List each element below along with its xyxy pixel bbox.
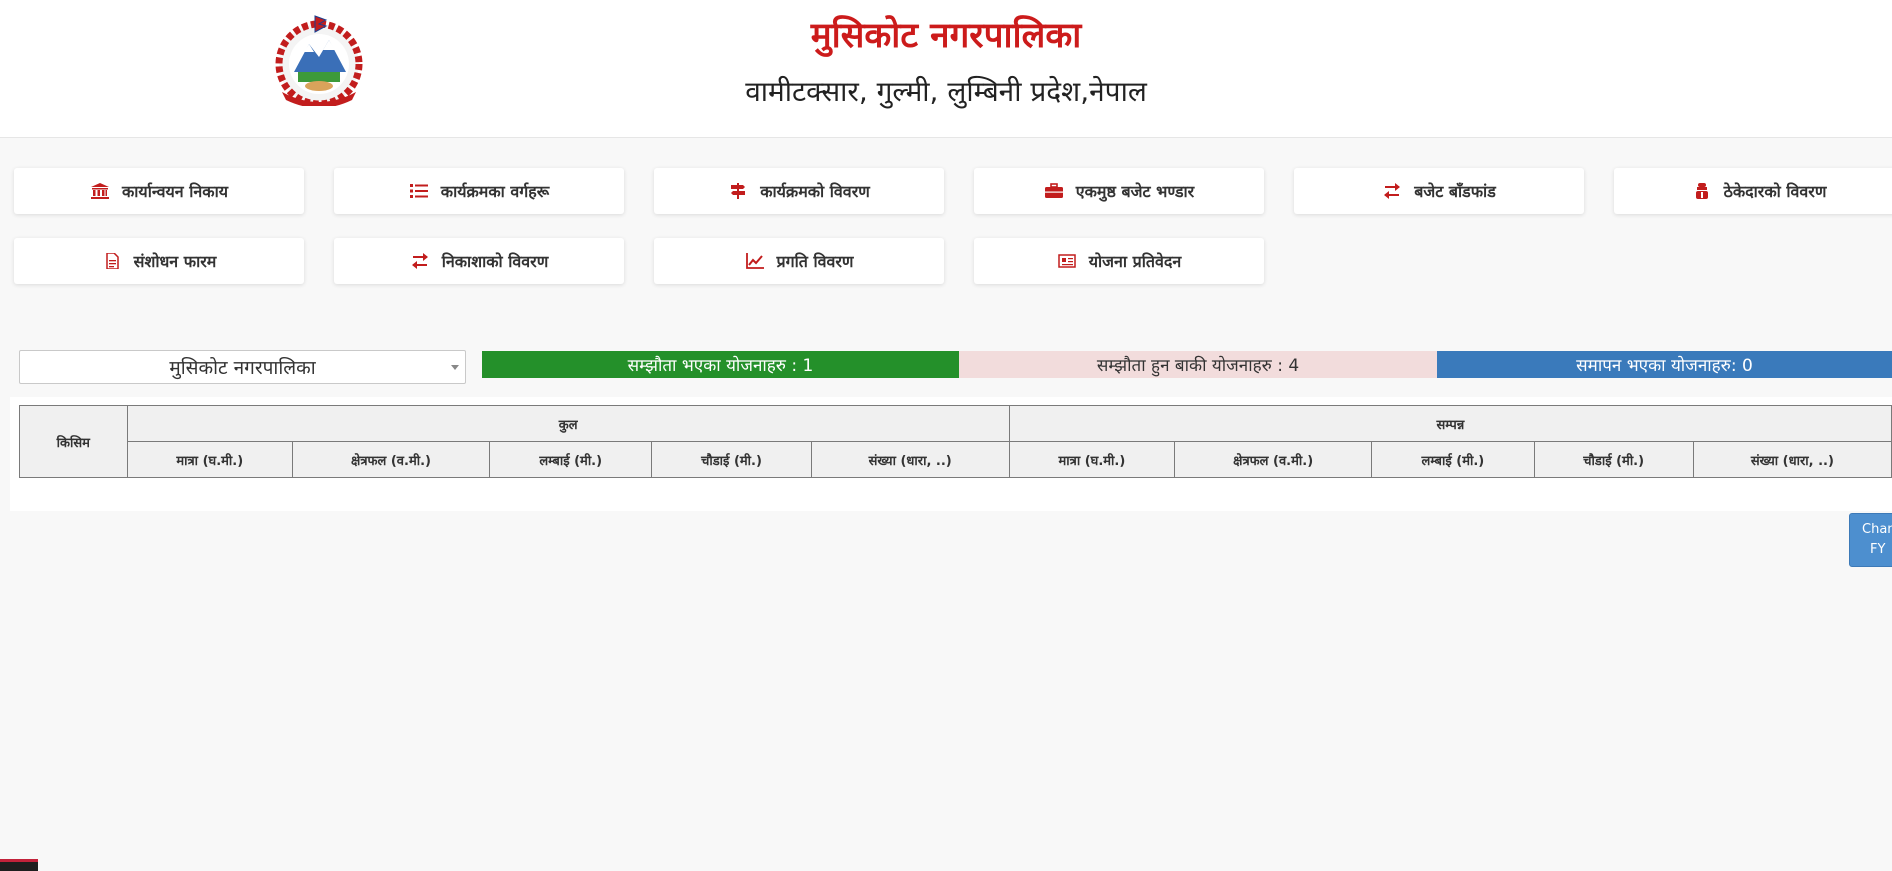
nav-program-categories-button[interactable]: कार्यक्रमका वर्गहरू bbox=[334, 168, 624, 214]
summary-table: किसिम कुल सम्पन्न मात्रा (घ.मी.) क्षेत्र… bbox=[19, 405, 1892, 478]
nav-label: प्रगति विवरण bbox=[776, 252, 854, 271]
column-header: क्षेत्रफल (व.मी.) bbox=[291, 441, 491, 478]
nav-amendment-form-button[interactable]: संशोधन फारम bbox=[14, 238, 304, 284]
exchange-icon bbox=[1382, 182, 1402, 200]
nav-label: कार्यान्वयन निकाय bbox=[121, 182, 228, 201]
column-header: मात्रा (घ.मी.) bbox=[1008, 441, 1176, 478]
change-fy-label-line2: FY bbox=[1870, 542, 1886, 557]
column-header: संख्या (धारा, ..) bbox=[810, 441, 1010, 478]
column-header: मात्रा (घ.मी.) bbox=[126, 441, 293, 478]
change-fy-label-line1: Change bbox=[1862, 522, 1892, 537]
page-title: मुसिकोट नगरपालिका bbox=[810, 16, 1082, 56]
nav-contractor-details-button[interactable]: ठेकेदारको विवरण bbox=[1614, 168, 1892, 214]
nav-label: योजना प्रतिवेदन bbox=[1088, 252, 1182, 271]
nav-lump-sum-budget-button[interactable]: एकमुष्ठ बजेट भण्डार bbox=[974, 168, 1264, 214]
line-chart-icon bbox=[745, 252, 765, 270]
corner-widget-accent bbox=[0, 859, 38, 862]
nav-label: बजेट बाँडफांड bbox=[1414, 182, 1496, 201]
municipality-select-value: मुसिकोट नगरपालिका bbox=[169, 357, 316, 379]
page-header: मुसिकोट नगरपालिका वामीटक्सार, गुल्मी, लु… bbox=[0, 0, 1892, 138]
nav-program-details-button[interactable]: कार्यक्रमको विवरण bbox=[654, 168, 944, 214]
chevron-down-icon bbox=[451, 365, 459, 370]
nav-project-report-button[interactable]: योजना प्रतिवेदन bbox=[974, 238, 1264, 284]
nav-label: कार्यक्रमका वर्गहरू bbox=[440, 182, 550, 201]
total-group-header: कुल bbox=[126, 405, 1010, 442]
change-fy-button[interactable]: Change FY bbox=[1849, 513, 1892, 567]
exchange-icon bbox=[410, 252, 430, 270]
list-icon bbox=[409, 182, 429, 200]
nav-implementing-agency-button[interactable]: कार्यान्वयन निकाय bbox=[14, 168, 304, 214]
page-subtitle: वामीटक्सार, गुल्मी, लुम्बिनी प्रदेश,नेपा… bbox=[745, 75, 1147, 108]
agreed-projects-stat: सम्झौता भएका योजनाहरु : 1 bbox=[482, 351, 959, 378]
column-header: लम्बाई (मी.) bbox=[1371, 441, 1535, 478]
contractor-icon bbox=[1692, 182, 1712, 200]
column-header: लम्बाई (मी.) bbox=[489, 441, 653, 478]
nav-label: ठेकेदारको विवरण bbox=[1723, 182, 1827, 201]
corner-widget[interactable] bbox=[0, 859, 38, 871]
nav-label: संशोधन फारम bbox=[133, 252, 217, 271]
completed-projects-stat: समापन भएका योजनाहरु: 0 bbox=[1437, 351, 1892, 378]
nav-budget-allocation-button[interactable]: बजेट बाँडफांड bbox=[1294, 168, 1584, 214]
nav-label: कार्यक्रमको विवरण bbox=[760, 182, 870, 201]
column-header: संख्या (धारा, ..) bbox=[1692, 441, 1892, 478]
signpost-icon bbox=[728, 182, 748, 200]
type-header: किसिम bbox=[19, 405, 128, 478]
nav-label: निकाशाको विवरण bbox=[441, 252, 549, 271]
completed-group-header: सम्पन्न bbox=[1008, 405, 1892, 442]
column-header: चौडाई (मी.) bbox=[651, 441, 812, 478]
nav-progress-details-button[interactable]: प्रगति विवरण bbox=[654, 238, 944, 284]
bank-icon bbox=[90, 182, 110, 200]
nav-disbursement-details-button[interactable]: निकाशाको विवरण bbox=[334, 238, 624, 284]
municipality-select[interactable]: मुसिकोट नगरपालिका bbox=[19, 350, 466, 384]
pending-projects-stat: सम्झौता हुन बाकी योजनाहरु : 4 bbox=[959, 351, 1437, 378]
briefcase-icon bbox=[1044, 182, 1064, 200]
column-header: चौडाई (मी.) bbox=[1533, 441, 1694, 478]
column-header: क्षेत्रफल (व.मी.) bbox=[1174, 441, 1373, 478]
document-icon bbox=[102, 252, 122, 270]
nav-label: एकमुष्ठ बजेट भण्डार bbox=[1075, 182, 1195, 201]
newspaper-icon bbox=[1057, 252, 1077, 270]
